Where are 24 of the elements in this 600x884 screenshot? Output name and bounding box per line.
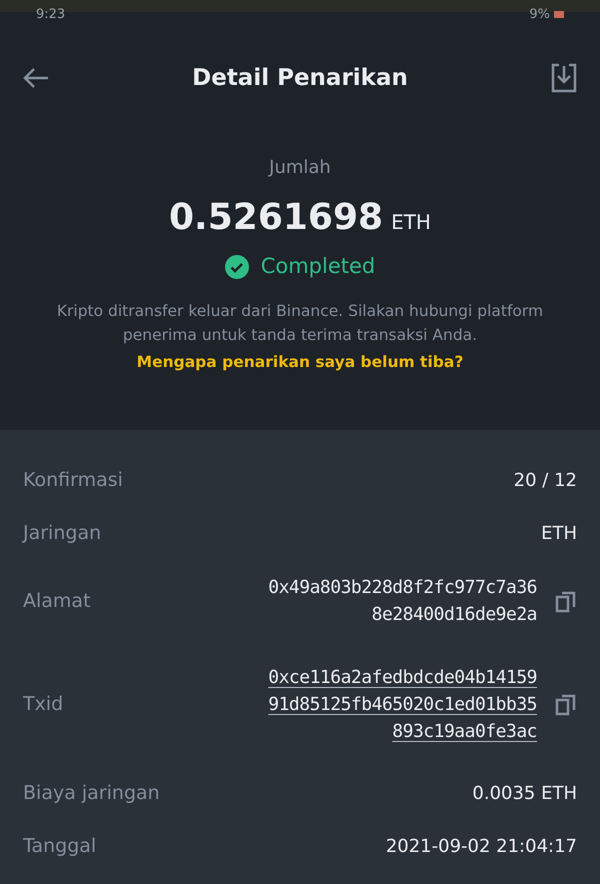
detail-value: ETH (541, 522, 577, 546)
detail-value: 2021-09-02 21:04:17 (386, 834, 577, 859)
detail-label: Alamat (23, 588, 91, 614)
battery-icon (554, 10, 564, 18)
amount-value: 0.5261698 (169, 196, 384, 240)
detail-label: Jaringan (23, 521, 102, 546)
txid-link[interactable]: 0xce116a2afedbdcde04b14159 91d85125fb465020c1ed01bb35 893c19aa0fe3ac (268, 664, 537, 745)
status-text: Completed (260, 253, 376, 280)
battery-text: 9% (529, 6, 550, 24)
help-link[interactable]: Mengapa penarikan saya belum tiba? (136, 350, 464, 374)
detail-label: Txid (23, 692, 64, 717)
detail-label: Biaya jaringan (23, 781, 160, 806)
detail-value: 20 / 12 (514, 468, 577, 493)
detail-label: Tanggal (23, 834, 96, 859)
page-title: Detail Penarikan (191, 64, 409, 93)
amount-unit: ETH (391, 209, 431, 236)
copy-icon[interactable] (555, 692, 577, 716)
detail-value: 0.0035 ETH (472, 782, 577, 806)
info-text: Kripto ditransfer keluar dari Binance. Silakan hubungi platform penerima untuk tanda terima transaksi Anda. (56, 300, 544, 346)
check-icon (224, 254, 249, 279)
amount-label: Jumlah (269, 156, 331, 180)
detail-value: 0x49a803b228d8f2fc977c7a36 8e28400d16de9e2a (268, 576, 537, 627)
detail-label: Konfirmasi (23, 468, 123, 493)
status-time: 9:23 (36, 6, 66, 24)
